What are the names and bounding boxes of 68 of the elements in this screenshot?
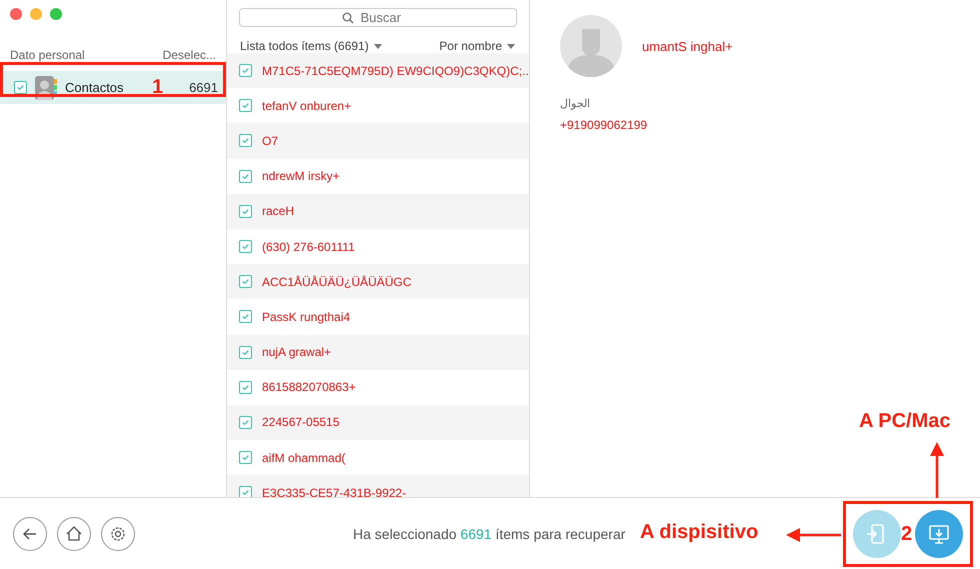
- selection-message: Ha seleccionado 6691 ítems para recuperar: [353, 526, 626, 542]
- avatar-silhouette: [560, 15, 622, 77]
- checkbox[interactable]: [239, 64, 252, 78]
- checkmark-icon: [241, 488, 250, 497]
- contact-name[interactable]: aifM ohammad(: [262, 450, 346, 465]
- contact-name[interactable]: 224567-05515: [262, 415, 340, 430]
- sort-dropdown[interactable]: Por nombre: [439, 39, 515, 53]
- caret-icon: [374, 44, 382, 48]
- deselect-link[interactable]: Deselec...: [162, 48, 216, 66]
- checkbox[interactable]: [14, 81, 27, 94]
- window-minimize-button[interactable]: [30, 8, 42, 20]
- checkbox[interactable]: [239, 346, 252, 359]
- checkmark-icon: [241, 242, 250, 252]
- checkmark-icon: [241, 348, 250, 357]
- checkmark-icon: [241, 172, 250, 181]
- checkmark-icon: [241, 312, 250, 322]
- item-count: 6691: [189, 80, 218, 95]
- annotation-number: 2: [901, 523, 912, 546]
- checkbox[interactable]: [239, 99, 252, 112]
- window-zoom-button[interactable]: [50, 8, 62, 20]
- checkbox[interactable]: [239, 310, 252, 324]
- checkmark-icon: [241, 206, 250, 216]
- contact-name[interactable]: 8615882070863+: [262, 380, 356, 394]
- home-icon: [65, 524, 83, 542]
- contact-name[interactable]: tefanV onburen+: [262, 98, 352, 113]
- filter-dropdown[interactable]: Lista todos ítems (6691): [240, 39, 382, 53]
- settings-icon: [109, 524, 127, 542]
- checkbox[interactable]: [239, 134, 252, 148]
- home-button[interactable]: [57, 516, 91, 550]
- checkmark-icon: [241, 382, 250, 392]
- checkbox[interactable]: [239, 380, 252, 394]
- contact-name[interactable]: ndrewM irsky+: [262, 169, 340, 184]
- annotation-number: 1: [152, 76, 164, 99]
- checkbox[interactable]: [239, 275, 252, 288]
- annotation-label: A dispisitivo: [640, 521, 758, 544]
- to-computer-button[interactable]: [915, 510, 963, 558]
- checkbox[interactable]: [239, 240, 252, 254]
- sidebar-item-label: Contactos: [65, 80, 125, 95]
- checkmark-icon: [241, 101, 250, 110]
- monitor-download-icon: [927, 522, 951, 546]
- contact-name[interactable]: raceH: [262, 204, 294, 218]
- to-device-button[interactable]: [853, 510, 901, 558]
- caret-icon: [507, 44, 515, 48]
- checkmark-icon: [16, 83, 25, 92]
- contact-name[interactable]: (630) 276-601111: [262, 240, 355, 254]
- sidebar-heading: Dato personal: [10, 48, 85, 64]
- checkmark-icon: [241, 66, 250, 76]
- annotation-label: A PC/Mac: [859, 410, 951, 433]
- back-button[interactable]: [13, 516, 47, 550]
- contact-title: umantS inghal+: [642, 38, 733, 54]
- contact-name[interactable]: O7: [262, 134, 278, 148]
- settings-button[interactable]: [101, 516, 135, 550]
- phone-number: +919099062199: [560, 118, 648, 132]
- window-close-button[interactable]: [10, 8, 22, 20]
- checkmark-icon: [241, 453, 250, 462]
- contact-name[interactable]: PassK rungthai4: [262, 310, 350, 324]
- checkmark-icon: [241, 136, 250, 146]
- checkbox[interactable]: [239, 170, 252, 183]
- checkbox[interactable]: [239, 451, 252, 464]
- annotation-arrow: [786, 527, 841, 543]
- checkmark-icon: [241, 418, 250, 427]
- checkbox[interactable]: [239, 416, 252, 429]
- checkmark-icon: [241, 277, 250, 286]
- checkbox[interactable]: [239, 204, 252, 218]
- annotation-arrow: [929, 442, 945, 498]
- contact-name[interactable]: nujA grawal+: [262, 345, 332, 360]
- field-label: الجوال: [560, 97, 591, 110]
- checkbox[interactable]: [239, 486, 252, 497]
